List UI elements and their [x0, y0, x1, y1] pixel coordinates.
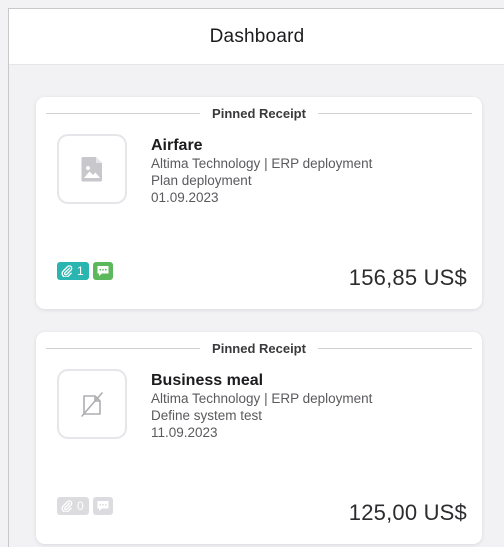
attachment-count: 1	[77, 264, 84, 278]
comment-badge[interactable]	[92, 262, 113, 280]
pinned-receipt-card[interactable]: Pinned Receipt Airfare Altima Technology…	[36, 97, 482, 309]
receipt-info: Business meal Altima Technology | ERP de…	[151, 371, 470, 441]
image-icon	[81, 157, 102, 182]
divider	[317, 112, 473, 114]
pinned-label: Pinned Receipt	[212, 340, 306, 356]
pinned-label: Pinned Receipt	[212, 105, 306, 121]
pinned-header: Pinned Receipt	[46, 339, 473, 357]
receipt-info: Airfare Altima Technology | ERP deployme…	[151, 136, 470, 206]
receipt-title: Airfare	[151, 137, 203, 154]
receipt-badges: 0	[57, 497, 113, 515]
receipt-project: Altima Technology | ERP deployment	[151, 156, 373, 171]
comment-icon	[97, 266, 109, 276]
divider	[46, 112, 201, 114]
receipt-date: 01.09.2023	[151, 190, 219, 205]
pinned-header: Pinned Receipt	[46, 104, 473, 122]
navigation-header: Dashboard	[9, 9, 504, 65]
paperclip-icon	[61, 500, 73, 512]
app-frame: Dashboard Pinned Receipt Airfare Altima …	[8, 8, 504, 547]
receipt-amount: 156,85 US$	[348, 265, 467, 290]
receipt-thumbnail[interactable]	[57, 369, 127, 439]
receipt-task: Define system test	[151, 408, 263, 423]
pinned-receipt-card[interactable]: Pinned Receipt Business meal Altima Tech…	[36, 332, 482, 544]
attachment-badge[interactable]: 0	[57, 497, 89, 515]
attachment-count: 0	[77, 499, 84, 513]
divider	[46, 347, 201, 349]
paperclip-icon	[61, 265, 73, 277]
receipt-title: Business meal	[151, 372, 264, 389]
receipt-badges: 1	[57, 262, 113, 280]
receipt-amount: 125,00 US$	[348, 500, 467, 525]
no-receipt-icon	[81, 392, 103, 417]
divider	[317, 347, 473, 349]
comment-badge[interactable]	[92, 497, 113, 515]
receipt-date: 11.09.2023	[151, 425, 218, 440]
receipt-project: Altima Technology | ERP deployment	[151, 391, 373, 406]
receipt-task: Plan deployment	[151, 173, 252, 188]
page-title: Dashboard	[209, 25, 305, 47]
attachment-badge[interactable]: 1	[57, 262, 89, 280]
receipt-thumbnail[interactable]	[57, 134, 127, 204]
comment-icon	[97, 501, 109, 511]
